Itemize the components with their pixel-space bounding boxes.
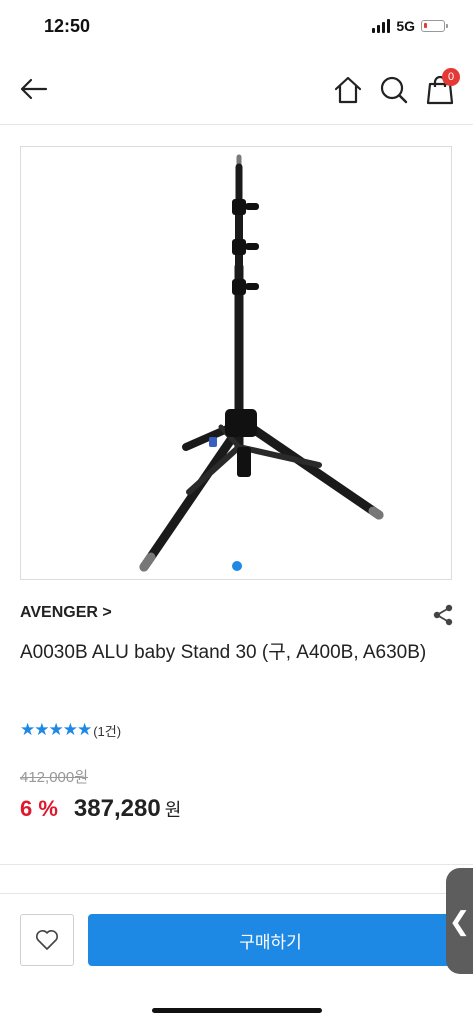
image-indicator-dot[interactable] bbox=[232, 561, 242, 571]
wishlist-button[interactable] bbox=[20, 914, 74, 966]
back-button[interactable] bbox=[16, 72, 50, 106]
product-image-gallery[interactable] bbox=[20, 146, 452, 580]
side-panel-tab[interactable]: ❮ bbox=[446, 868, 473, 974]
rating-summary[interactable]: ★★★★★ (1건) bbox=[20, 720, 121, 740]
price-row: 6 % 387,280 원 bbox=[20, 795, 181, 823]
status-time: 12:50 bbox=[44, 16, 91, 36]
review-count: (1건) bbox=[93, 723, 122, 739]
search-button[interactable] bbox=[376, 72, 412, 108]
divider bbox=[0, 893, 473, 894]
star-rating-icon: ★★★★★ bbox=[20, 720, 92, 739]
home-button[interactable] bbox=[330, 72, 366, 108]
arrow-left-icon bbox=[20, 78, 48, 100]
product-title: A0030B ALU baby Stand 30 (구, A400B, A630… bbox=[20, 642, 427, 663]
home-indicator bbox=[152, 1008, 322, 1013]
status-bar: 12:50 5G bbox=[0, 0, 473, 54]
currency-unit: 원 bbox=[164, 800, 182, 820]
heart-icon bbox=[36, 930, 58, 950]
status-indicators: 5G bbox=[372, 18, 448, 34]
share-button[interactable] bbox=[432, 604, 454, 626]
cart-count-badge: 0 bbox=[442, 68, 460, 86]
original-price: 412,000원 bbox=[20, 769, 89, 786]
divider bbox=[0, 864, 473, 865]
product-image-light-stand bbox=[139, 154, 384, 572]
discount-rate: 6 % bbox=[20, 796, 58, 821]
home-icon bbox=[334, 76, 362, 104]
search-icon bbox=[380, 76, 408, 104]
share-icon bbox=[433, 604, 453, 626]
brand-link[interactable]: AVENGER > bbox=[20, 604, 112, 622]
app-header: 0 bbox=[0, 54, 473, 125]
network-label: 5G bbox=[396, 18, 415, 34]
cart-button[interactable]: 0 bbox=[422, 68, 460, 108]
signal-icon bbox=[372, 19, 391, 33]
sale-price: 387,280 bbox=[73, 795, 161, 822]
battery-icon bbox=[421, 20, 448, 32]
buy-button[interactable]: 구매하기 bbox=[88, 914, 453, 966]
